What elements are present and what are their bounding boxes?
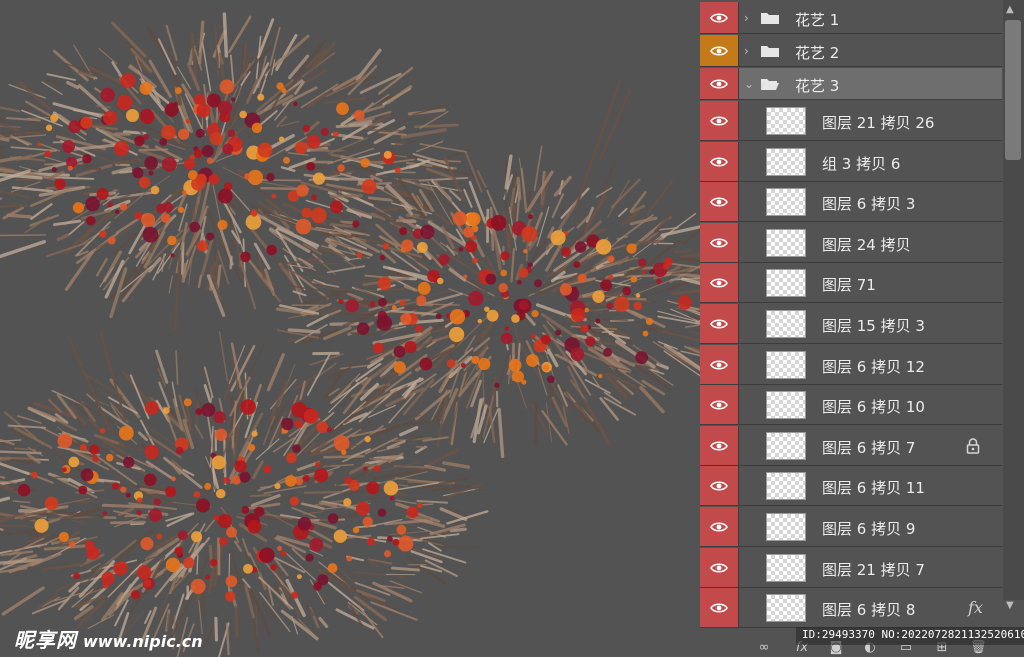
folder-icon	[761, 13, 779, 24]
scroll-up-arrow-icon[interactable]: ▲	[1006, 4, 1014, 15]
layer-name: 图层 6 拷贝 8	[822, 601, 916, 619]
flower-stem	[574, 79, 621, 211]
visibility-toggle[interactable]	[700, 101, 739, 140]
scroll-down-arrow-icon[interactable]: ▼	[1006, 600, 1014, 611]
layer-thumbnail	[766, 432, 806, 460]
image-id-stamp: ID:29493370 NO:20220728211325206106	[796, 627, 1024, 645]
layer-group-name: 花艺 2	[795, 44, 840, 62]
eye-icon	[710, 602, 728, 613]
layer-group-name: 花艺 1	[795, 11, 840, 29]
visibility-toggle[interactable]	[700, 142, 739, 181]
layer-group-row[interactable]: › 花艺 1	[700, 2, 1002, 34]
layer-name: 图层 24 拷贝	[822, 236, 911, 254]
watermark-url: www.nipic.cn	[83, 632, 203, 651]
eye-icon	[710, 562, 728, 573]
layer-row[interactable]: 图层 21 拷贝 7	[700, 548, 1002, 588]
visibility-toggle[interactable]	[700, 426, 739, 465]
layer-row[interactable]: 图层 21 拷贝 26	[700, 101, 1002, 141]
visibility-toggle[interactable]	[700, 304, 739, 343]
visibility-toggle[interactable]	[700, 507, 739, 546]
chevron-right-icon[interactable]: ›	[744, 45, 754, 57]
layer-thumbnail	[766, 148, 806, 176]
visibility-toggle[interactable]	[700, 588, 739, 627]
layer-name: 图层 21 拷贝 26	[822, 114, 935, 132]
chevron-right-icon[interactable]: ›	[744, 12, 754, 24]
scrollbar-thumb[interactable]	[1005, 20, 1021, 160]
watermark-logo: 昵享网	[14, 628, 77, 652]
layer-thumbnail	[766, 391, 806, 419]
watermark: 昵享网 www.nipic.cn	[14, 624, 203, 652]
layer-row[interactable]: 图层 6 拷贝 11	[700, 466, 1002, 506]
visibility-toggle[interactable]	[700, 223, 739, 262]
visibility-toggle[interactable]	[700, 68, 739, 99]
eye-icon	[710, 440, 728, 451]
layer-thumbnail	[766, 554, 806, 582]
eye-icon	[710, 156, 728, 167]
layer-row[interactable]: 图层 6 拷贝 8 fx	[700, 588, 1002, 628]
visibility-toggle[interactable]	[700, 345, 739, 384]
layer-group-row[interactable]: › 花艺 2	[700, 35, 1002, 67]
eye-icon	[710, 399, 728, 410]
layer-thumbnail	[766, 594, 806, 622]
eye-icon	[710, 196, 728, 207]
layer-name: 图层 71	[822, 276, 876, 294]
visibility-toggle[interactable]	[700, 385, 739, 424]
layer-thumbnail	[766, 269, 806, 297]
lock-icon	[966, 438, 980, 454]
layer-row[interactable]: 图层 6 拷贝 3	[700, 182, 1002, 222]
layer-name: 图层 15 拷贝 3	[822, 317, 925, 335]
layer-row[interactable]: 图层 24 拷贝	[700, 223, 1002, 263]
canvas[interactable]	[0, 0, 700, 657]
layer-name: 图层 6 拷贝 10	[822, 398, 925, 416]
layer-group-row[interactable]: ⌄ 花艺 3	[700, 68, 1002, 100]
eye-icon	[710, 318, 728, 329]
eye-icon	[710, 237, 728, 248]
layers-panel: › 花艺 1 › 花艺 2 ⌄ 花艺 3 图层 21 拷贝 26 组 3 拷贝 6 图层 6 拷…	[700, 0, 1024, 657]
folder-icon	[761, 46, 779, 57]
eye-icon	[710, 115, 728, 126]
link-layers-icon[interactable]: ∞	[756, 640, 772, 656]
eye-icon	[710, 277, 728, 288]
layer-row[interactable]: 图层 71	[700, 263, 1002, 303]
visibility-toggle[interactable]	[700, 548, 739, 587]
eye-icon	[710, 480, 728, 491]
visibility-toggle[interactable]	[700, 466, 739, 505]
folder-open-icon	[761, 79, 779, 90]
layer-name: 图层 6 拷贝 3	[822, 195, 916, 213]
eye-icon	[710, 45, 728, 56]
layer-thumbnail	[766, 513, 806, 541]
layer-thumbnail	[766, 107, 806, 135]
eye-icon	[710, 521, 728, 532]
layer-name: 组 3 拷贝 6	[822, 155, 901, 173]
visibility-toggle[interactable]	[700, 2, 739, 33]
layer-group-name: 花艺 3	[795, 77, 840, 95]
layer-name: 图层 6 拷贝 11	[822, 479, 925, 497]
layer-thumbnail	[766, 188, 806, 216]
floral-artwork	[0, 12, 700, 657]
eye-icon	[710, 78, 728, 89]
flower-stem	[174, 249, 181, 331]
eye-icon	[710, 12, 728, 23]
eye-icon	[710, 359, 728, 370]
layer-fx-icon[interactable]: fx	[968, 598, 983, 617]
layer-thumbnail	[766, 310, 806, 338]
layer-thumbnail	[766, 472, 806, 500]
layer-thumbnail	[766, 351, 806, 379]
layer-name: 图层 6 拷贝 7	[822, 439, 916, 457]
chevron-down-icon[interactable]: ⌄	[744, 78, 754, 90]
layer-row[interactable]: 图层 15 拷贝 3	[700, 304, 1002, 344]
layer-row[interactable]: 图层 6 拷贝 10	[700, 385, 1002, 425]
layer-name: 图层 21 拷贝 7	[822, 561, 925, 579]
flower-arrangement-3	[0, 331, 489, 657]
layer-thumbnail	[766, 229, 806, 257]
layer-row[interactable]: 图层 6 拷贝 7	[700, 426, 1002, 466]
layer-name: 图层 6 拷贝 12	[822, 358, 925, 376]
visibility-toggle[interactable]	[700, 263, 739, 302]
layer-name: 图层 6 拷贝 9	[822, 520, 916, 538]
visibility-toggle[interactable]	[700, 35, 739, 66]
layer-row[interactable]: 图层 6 拷贝 9	[700, 507, 1002, 547]
layer-row[interactable]: 组 3 拷贝 6	[700, 142, 1002, 182]
visibility-toggle[interactable]	[700, 182, 739, 221]
layer-row[interactable]: 图层 6 拷贝 12	[700, 345, 1002, 385]
